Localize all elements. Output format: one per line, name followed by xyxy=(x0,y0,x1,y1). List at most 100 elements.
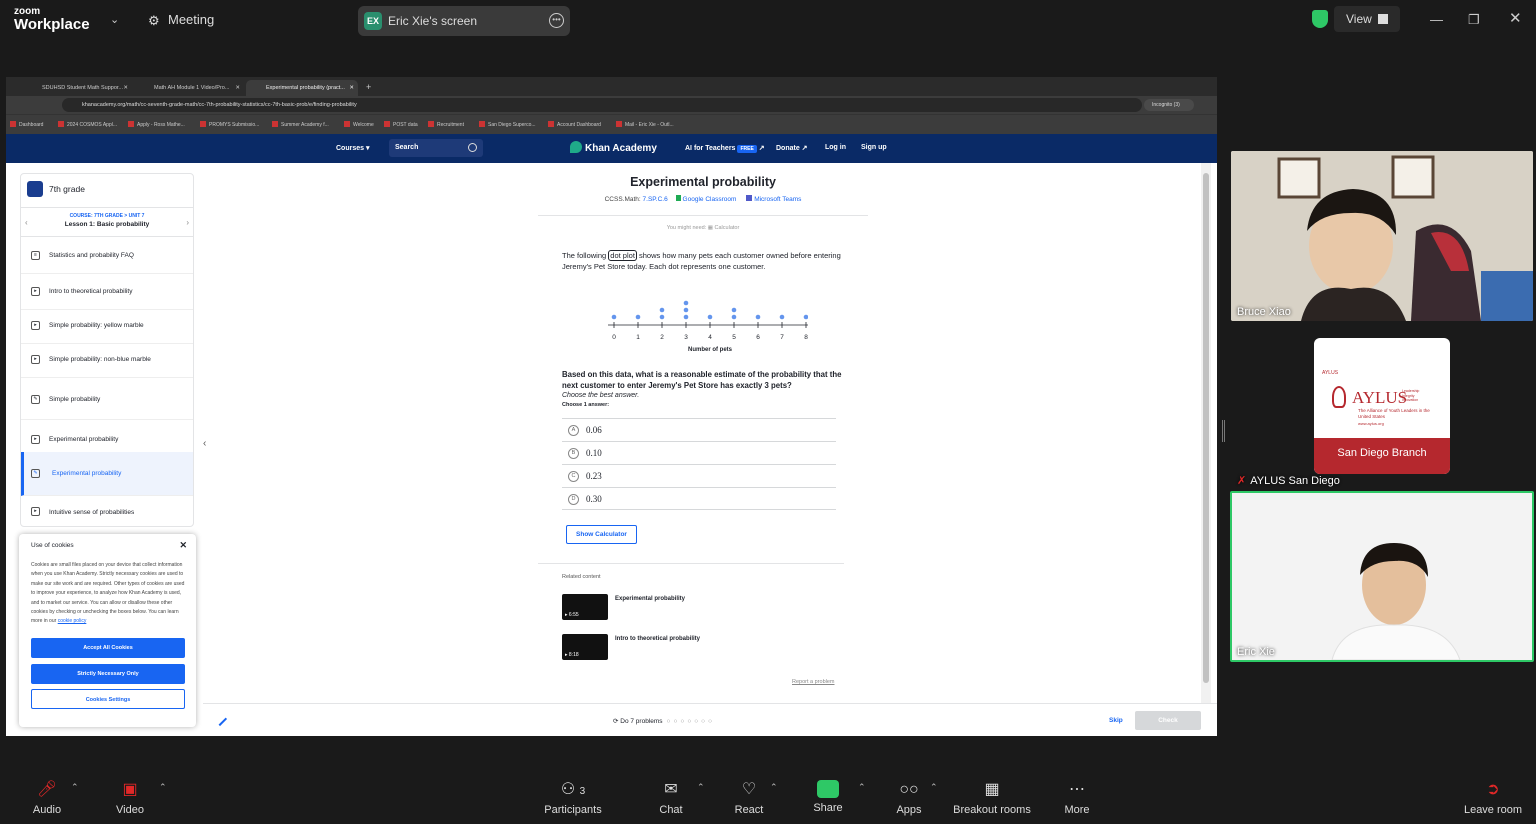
bookmark-item[interactable]: San Diego Superco... xyxy=(479,121,536,128)
browser-tab-active[interactable]: Experimental probability (pract... ✕ xyxy=(246,80,358,96)
sidebar-item[interactable]: ▸ Intuitive sense of probabilities xyxy=(21,496,193,528)
bookmark-item[interactable]: POST data xyxy=(384,121,418,128)
view-button[interactable]: View xyxy=(1334,6,1400,32)
bookmark-item[interactable]: 2024 COSMOS Appl... xyxy=(58,121,117,128)
leave-room-button[interactable]: ➲ Leave room xyxy=(1462,780,1524,816)
bookmark-item[interactable]: PROMYS Submissio... xyxy=(200,121,259,128)
more-options-icon[interactable]: ••• xyxy=(549,13,564,28)
signup-link[interactable]: Sign up xyxy=(861,144,887,151)
participant-video-tile[interactable]: Bruce Xiao xyxy=(1231,151,1533,321)
sidebar-item-label: Experimental probability xyxy=(49,436,119,443)
grade-heading[interactable]: 7th grade xyxy=(27,181,85,197)
show-calculator-button[interactable]: Show Calculator xyxy=(566,525,637,544)
sidebar-item-label: Simple probability xyxy=(49,396,101,403)
search-input[interactable]: Search xyxy=(389,139,483,157)
sidebar-item[interactable]: ▸ Simple probability: non-blue marble xyxy=(21,342,193,378)
related-video-thumbnail[interactable]: ▸ 6:55 xyxy=(562,594,608,620)
check-button[interactable]: Check xyxy=(1135,711,1201,730)
incognito-badge[interactable]: Incognito (3) xyxy=(1144,99,1194,111)
participants-button[interactable]: ⚇ 3 Participants xyxy=(540,780,606,816)
bookmark-item[interactable]: Mail - Eric Xie - Outl... xyxy=(616,121,674,128)
dot-plot-chart: 0 1 2 3 4 5 6 7 8 Number of pets xyxy=(608,300,808,353)
page-scrollbar[interactable] xyxy=(1201,163,1211,703)
close-icon[interactable]: ✕ xyxy=(1509,9,1522,27)
prev-lesson-icon[interactable]: ‹ xyxy=(25,218,28,227)
audio-button[interactable]: 🎤︎ Audio xyxy=(30,780,64,816)
necessary-cookies-button[interactable]: Strictly Necessary Only xyxy=(31,664,185,684)
react-options-caret[interactable]: ⌃ xyxy=(770,782,778,793)
ai-for-teachers-link[interactable]: AI for Teachers FREE ↗ xyxy=(685,144,765,153)
accept-cookies-button[interactable]: Accept All Cookies xyxy=(31,638,185,658)
chevron-down-icon[interactable]: ⌄ xyxy=(110,13,119,26)
share-button[interactable]: Share xyxy=(812,780,844,814)
collapse-sidebar-icon[interactable]: ‹ xyxy=(203,438,213,460)
donate-link[interactable]: Donate ↗ xyxy=(776,144,808,152)
panel-resize-handle[interactable] xyxy=(1222,420,1225,442)
chat-options-caret[interactable]: ⌃ xyxy=(697,782,705,793)
participant-video-tile[interactable]: AYLUS AYLUS Leadership Integrity Innovatio… xyxy=(1231,324,1533,490)
tab-label: Experimental probability (pract... xyxy=(266,85,345,91)
audio-options-caret[interactable]: ⌃ xyxy=(71,782,79,793)
courses-menu[interactable]: Courses ▾ xyxy=(336,144,369,152)
share-options-caret[interactable]: ⌃ xyxy=(858,782,866,793)
sidebar-item-label: Simple probability: yellow marble xyxy=(49,322,144,329)
bookmark-item[interactable]: Apply - Ross Mathe... xyxy=(128,121,185,128)
report-problem-link[interactable]: Report a problem xyxy=(792,679,835,685)
new-tab-icon[interactable]: + xyxy=(362,80,378,96)
meeting-menu[interactable]: ⚙ Meeting xyxy=(148,12,214,28)
bookmark-item[interactable]: Account Dashboard xyxy=(548,121,601,128)
react-button[interactable]: ♡ React xyxy=(733,780,765,816)
browser-tab[interactable]: SDUHSD Student Math Suppor... ✕ xyxy=(22,80,132,96)
apps-button[interactable]: ○○ Apps xyxy=(894,780,924,816)
related-video-thumbnail[interactable]: ▸ 8:18 xyxy=(562,634,608,660)
bookmark-item[interactable]: Dashboard xyxy=(10,121,43,128)
shared-screen-pill[interactable]: EX Eric Xie's screen ••• xyxy=(358,6,570,36)
chat-button[interactable]: ✉ Chat xyxy=(656,780,686,816)
bookmark-item[interactable]: Recruitment xyxy=(428,121,464,128)
security-shield-icon[interactable] xyxy=(1312,10,1328,28)
skip-button[interactable]: Skip xyxy=(1109,717,1123,724)
microsoft-teams-link[interactable]: Microsoft Teams xyxy=(738,196,801,203)
cookie-settings-button[interactable]: Cookies Settings xyxy=(31,689,185,709)
dot-plot-term[interactable]: dot plot xyxy=(608,250,637,261)
close-tab-icon[interactable]: ✕ xyxy=(349,85,354,91)
close-tab-icon[interactable]: ✕ xyxy=(123,85,128,91)
scrollbar-thumb[interactable] xyxy=(1203,173,1209,683)
login-link[interactable]: Log in xyxy=(825,144,846,151)
cookie-policy-link[interactable]: cookie policy xyxy=(58,618,87,624)
minimize-icon[interactable]: — xyxy=(1430,12,1443,27)
next-lesson-icon[interactable]: › xyxy=(186,218,189,227)
restore-icon[interactable]: ❐ xyxy=(1468,12,1480,28)
more-button[interactable]: ⋯ More xyxy=(1061,780,1093,816)
video-button[interactable]: ▣ Video xyxy=(112,780,148,816)
answer-choice-a[interactable]: A 0.06 xyxy=(562,418,836,441)
related-video-title[interactable]: Experimental probability xyxy=(615,596,685,602)
scratchpad-icon[interactable] xyxy=(212,711,228,727)
standard-link[interactable]: 7.SP.C.6 xyxy=(643,196,668,203)
sidebar-item[interactable]: ▸ Simple probability: yellow marble xyxy=(21,308,193,344)
answer-choice-c[interactable]: C 0.23 xyxy=(562,464,836,487)
sidebar-item[interactable]: ✎ Simple probability xyxy=(21,380,193,420)
close-tab-icon[interactable]: ✕ xyxy=(235,85,240,91)
url-field[interactable]: khanacademy.org/math/cc-seventh-grade-ma… xyxy=(62,98,1142,112)
bookmark-item[interactable]: Summer Academy f... xyxy=(272,121,329,128)
breakout-rooms-button[interactable]: ▦ Breakout rooms xyxy=(951,780,1033,816)
sidebar-item-current[interactable]: ✎ Experimental probability xyxy=(21,452,193,496)
sidebar-item[interactable]: ▸ Intro to theoretical probability xyxy=(21,274,193,310)
answer-choice-d[interactable]: D 0.30 xyxy=(562,487,836,510)
tick-label: 5 xyxy=(732,334,736,341)
browser-tab[interactable]: Math AH Module 1 Video/Pro... ✕ xyxy=(134,80,244,96)
close-cookie-icon[interactable]: ✕ xyxy=(179,540,187,551)
video-options-caret[interactable]: ⌃ xyxy=(159,782,167,793)
course-breadcrumb[interactable]: COURSE: 7TH GRADE > UNIT 7 xyxy=(21,213,193,219)
sidebar-item[interactable]: ≡ Statistics and probability FAQ xyxy=(21,238,193,274)
bookmark-item[interactable]: Welcome xyxy=(344,121,374,128)
khan-academy-logo[interactable]: Khan Academy xyxy=(570,141,657,154)
participant-video-tile-active[interactable]: Eric Xie xyxy=(1230,491,1534,662)
calculator-tool-link[interactable]: Calculator xyxy=(715,225,740,231)
apps-options-caret[interactable]: ⌃ xyxy=(930,782,938,793)
answer-choice-b[interactable]: B 0.10 xyxy=(562,441,836,464)
google-classroom-link[interactable]: Google Classroom xyxy=(670,196,737,203)
related-video-title[interactable]: Intro to theoretical probability xyxy=(615,636,700,642)
tag-leadership: Leadership xyxy=(1402,389,1420,393)
